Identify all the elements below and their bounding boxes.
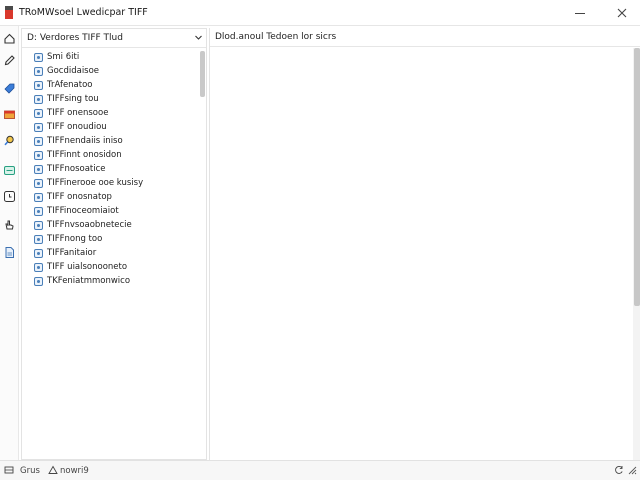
- list-item[interactable]: TIFF onosnatop: [22, 191, 198, 205]
- preview-scrollbar[interactable]: [634, 48, 640, 306]
- home-icon[interactable]: [3, 32, 16, 45]
- file-label: TIFF onoudiou: [47, 122, 107, 132]
- file-label: TIFFnendaiis iniso: [47, 136, 123, 146]
- file-icon: [34, 179, 43, 188]
- file-list: Smi 6iti Gocdidaisoe TrAfenatoo TIFFsing…: [22, 51, 198, 289]
- file-icon: [34, 109, 43, 118]
- file-icon: [34, 67, 43, 76]
- file-browser-panel: D: Verdores TIFF Tlud Smi 6iti Gocdidais…: [21, 28, 207, 460]
- file-label: Smi 6iti: [47, 52, 80, 62]
- list-item[interactable]: Gocdidaisoe: [22, 65, 198, 79]
- file-icon: [34, 123, 43, 132]
- file-label: TIFFnosoatice: [47, 164, 106, 174]
- list-item[interactable]: Smi 6iti: [22, 51, 198, 65]
- status-left-text: Grus: [20, 466, 40, 476]
- list-item[interactable]: TIFFnosoatice: [22, 163, 198, 177]
- document-icon[interactable]: [3, 246, 16, 259]
- file-label: TIFFnvsoaobnetecie: [47, 220, 132, 230]
- list-item[interactable]: TIFF uialsonooneto: [22, 261, 198, 275]
- file-icon: [34, 193, 43, 202]
- preview-panel: Dlod.anoul Tedoen lor sicrs: [209, 28, 640, 460]
- clock-icon[interactable]: [3, 190, 16, 203]
- preview-title: Dlod.anoul Tedoen lor sicrs: [215, 32, 337, 42]
- file-label: TIFF uialsonooneto: [47, 262, 128, 272]
- list-item[interactable]: TIFFsing tou: [22, 93, 198, 107]
- file-label: TrAfenatoo: [47, 80, 93, 90]
- list-item[interactable]: TIFFanitaior: [22, 247, 198, 261]
- status-bar: Grus nowri9: [0, 460, 640, 480]
- file-label: TIFFnong too: [47, 234, 103, 244]
- title-bar: TRoMWsoel Lwedicpar TIFF: [0, 0, 640, 26]
- refresh-icon[interactable]: [614, 465, 624, 475]
- list-item[interactable]: TIFFinerooe ooe kusisy: [22, 177, 198, 191]
- preview-header: Dlod.anoul Tedoen lor sicrs: [210, 28, 640, 47]
- list-item[interactable]: TIFFnvsoaobnetecie: [22, 219, 198, 233]
- file-icon: [34, 81, 43, 90]
- search-icon[interactable]: [3, 134, 16, 147]
- file-label: TKFeniatmmonwico: [47, 276, 131, 286]
- list-item[interactable]: TIFFnendaiis iniso: [22, 135, 198, 149]
- file-label: TIFF onosnatop: [47, 192, 112, 202]
- pen-icon[interactable]: [3, 54, 16, 67]
- resize-grip-icon[interactable]: [627, 465, 637, 475]
- file-label: TIFFinoceomiaiot: [47, 206, 119, 216]
- file-icon: [34, 137, 43, 146]
- grid-view-icon[interactable]: [4, 465, 14, 475]
- file-label: TIFFinerooe ooe kusisy: [47, 178, 144, 188]
- image-icon[interactable]: [3, 164, 16, 177]
- file-icon: [34, 95, 43, 104]
- minimize-icon: [575, 13, 585, 14]
- close-icon: [617, 8, 627, 18]
- file-icon: [34, 249, 43, 258]
- file-icon: [34, 221, 43, 230]
- file-icon: [34, 207, 43, 216]
- list-item[interactable]: TIFFinnt onosidon: [22, 149, 198, 163]
- file-label: TIFF onensooe: [47, 108, 109, 118]
- status-right-text: nowri9: [60, 466, 89, 476]
- file-icon: [34, 263, 43, 272]
- list-item[interactable]: TKFeniatmmonwico: [22, 275, 198, 289]
- list-item[interactable]: TIFF onensooe: [22, 107, 198, 121]
- file-icon: [34, 151, 43, 160]
- preview-area[interactable]: [212, 48, 632, 458]
- file-icon: [34, 53, 43, 62]
- hand-icon[interactable]: [3, 218, 16, 231]
- file-label: Gocdidaisoe: [47, 66, 100, 76]
- warning-icon: [48, 465, 58, 474]
- tag-icon[interactable]: [3, 82, 16, 95]
- list-item[interactable]: TIFF onoudiou: [22, 121, 198, 135]
- file-label: TIFFanitaior: [47, 248, 97, 258]
- list-item[interactable]: TIFFinoceomiaiot: [22, 205, 198, 219]
- folder-path-label: D: Verdores TIFF Tlud: [27, 33, 123, 43]
- file-icon: [34, 235, 43, 244]
- file-icon: [34, 277, 43, 286]
- file-list-scrollbar[interactable]: [200, 51, 205, 97]
- list-item[interactable]: TIFFnong too: [22, 233, 198, 247]
- window-title: TRoMWsoel Lwedicpar TIFF: [19, 7, 148, 18]
- list-item[interactable]: TrAfenatoo: [22, 79, 198, 93]
- folder-icon[interactable]: [3, 108, 16, 121]
- app-icon: [5, 6, 13, 19]
- minimize-button[interactable]: [562, 0, 598, 26]
- close-button[interactable]: [604, 0, 640, 26]
- chevron-down-icon[interactable]: [194, 33, 203, 42]
- file-label: TIFFsing tou: [47, 94, 99, 104]
- file-label: TIFFinnt onosidon: [47, 150, 122, 160]
- file-icon: [34, 165, 43, 174]
- activity-bar: [0, 26, 19, 460]
- file-browser-header: D: Verdores TIFF Tlud: [22, 29, 206, 48]
